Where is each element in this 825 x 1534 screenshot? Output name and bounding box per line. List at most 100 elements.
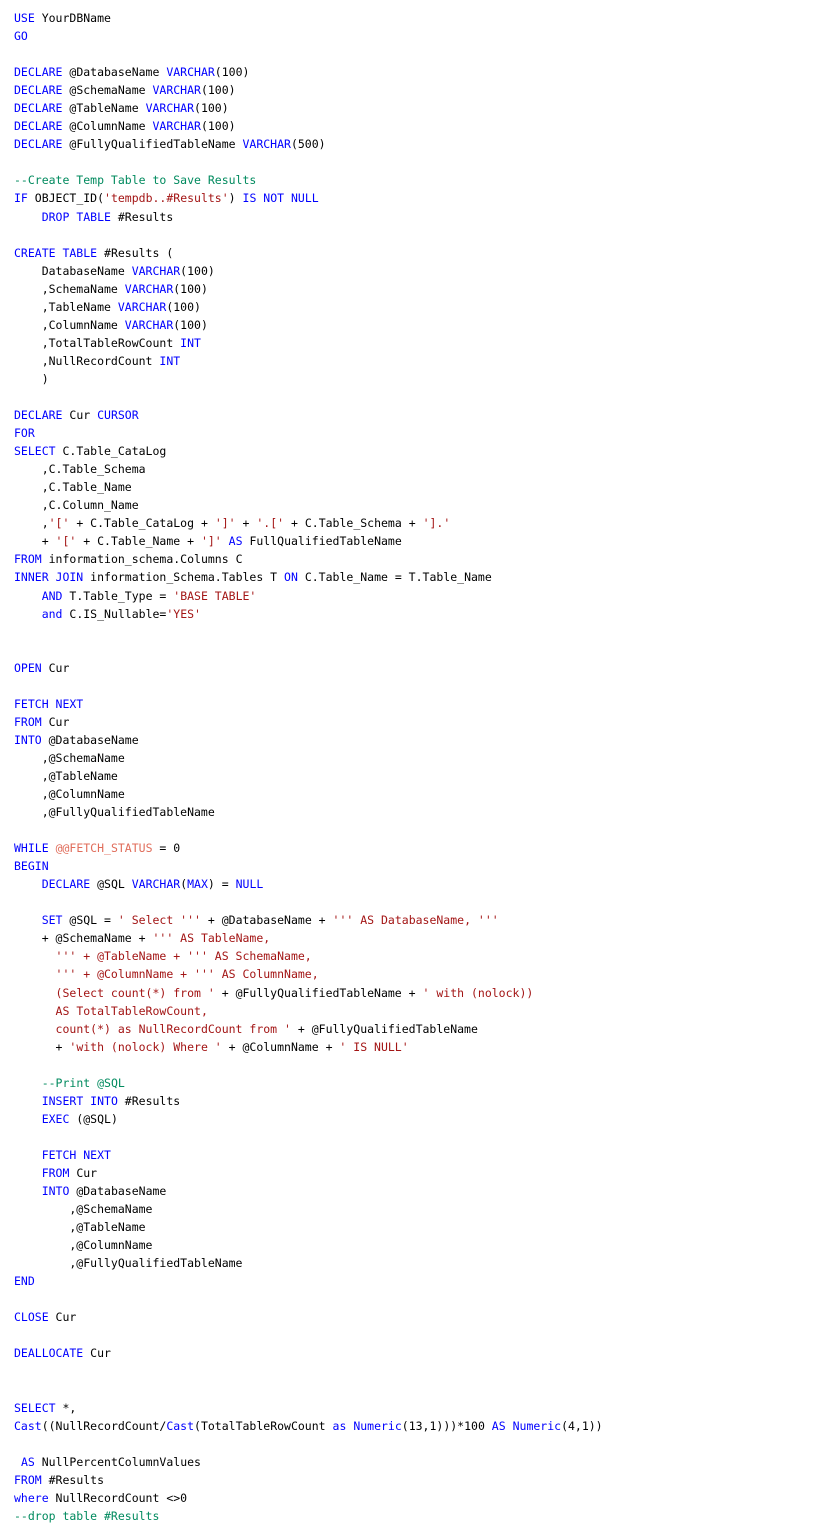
code-line: FETCH NEXT: [14, 695, 825, 713]
code-line: ,@TableName: [14, 1218, 825, 1236]
code-token-plain: @DatabaseName: [62, 65, 167, 80]
code-line: ,C.Table_Name: [14, 478, 825, 496]
code-token-plain: (100): [200, 119, 236, 134]
code-token-plain: Cur: [69, 1166, 98, 1180]
code-token-plain: (4,1)): [561, 1418, 603, 1433]
code-token-plain: ,TotalTableRowCount: [14, 335, 181, 350]
code-token-kw: NULL: [235, 877, 264, 892]
code-token-plain: @DatabaseName: [41, 732, 139, 747]
code-token-plain: (100): [173, 317, 208, 332]
code-line: + 'with (nolock) Where ' + @ColumnName +…: [14, 1038, 825, 1056]
code-token-plain: (13,1)))*100: [401, 1418, 492, 1433]
code-token-kw: CLOSE: [14, 1310, 49, 1325]
code-line: BEGIN: [14, 857, 825, 875]
code-token-plain: + @ColumnName +: [221, 1039, 340, 1054]
code-token-plain: NullRecordCount <>0: [48, 1490, 188, 1505]
code-token-kw: INTO: [41, 1184, 70, 1199]
code-token-kw: DEALLOCATE: [14, 1346, 84, 1361]
code-token-plain: +: [235, 516, 257, 531]
code-line: IF OBJECT_ID('tempdb..#Results') IS NOT …: [14, 189, 825, 207]
code-token-kw: AS: [228, 534, 243, 549]
code-token-plain: DatabaseName: [14, 263, 132, 278]
sql-code-editor[interactable]: USE YourDBName GO DECLARE @DatabaseName V…: [0, 0, 825, 1525]
code-token-plain: #Results: [41, 1472, 105, 1487]
code-line: INNER JOIN information_Schema.Tables T O…: [14, 568, 825, 586]
code-line: SELECT C.Table_CataLog: [14, 442, 825, 460]
code-line: ,NullRecordCount INT: [14, 352, 825, 370]
code-token-kw: VARCHAR: [131, 877, 181, 892]
code-token-kw: INTO: [14, 732, 42, 747]
code-token-kw: FROM: [14, 1472, 42, 1487]
code-token-kw: DECLARE: [14, 101, 63, 116]
code-token-plain: OBJECT_ID(: [27, 191, 105, 206]
code-line: ''' + @TableName + ''' AS SchemaName,: [14, 947, 825, 965]
code-token-kw: SET: [41, 913, 63, 928]
code-token-plain: information_Schema.Tables T: [83, 570, 285, 585]
code-token-plain: ,@ColumnName: [14, 787, 125, 802]
code-line: DECLARE Cur CURSOR: [14, 406, 825, 424]
code-token-plain: information_schema.Columns C: [41, 552, 243, 567]
code-token-cmt: --Print @SQL: [41, 1075, 125, 1090]
code-line: + @SchemaName + ''' AS TableName,: [14, 929, 825, 947]
code-token-plain: ,C.Table_Name: [14, 480, 132, 495]
code-line: ,@ColumnName: [14, 785, 825, 803]
code-line: FETCH NEXT: [14, 1146, 825, 1164]
code-token-plain: + @FullyQualifiedTableName +: [214, 985, 423, 1000]
code-token-plain: +: [14, 1039, 70, 1054]
code-line: and C.IS_Nullable='YES': [14, 605, 825, 623]
code-token-plain: ,NullRecordCount: [14, 353, 160, 368]
code-line: USE YourDBName: [14, 9, 825, 27]
code-token-plain: Cur: [62, 408, 98, 423]
code-line: ,C.Column_Name: [14, 496, 825, 514]
code-token-plain: ,C.Table_Schema: [14, 462, 146, 477]
code-token-kw: GO: [14, 29, 28, 44]
code-token-plain: (@SQL): [69, 1111, 118, 1126]
code-token-plain: (100): [173, 281, 208, 296]
code-token-kw: Numeric: [512, 1418, 562, 1433]
code-token-kw: USE: [14, 11, 35, 25]
code-token-plain: + @DatabaseName +: [200, 913, 333, 928]
code-token-kw: INNER JOIN: [14, 570, 84, 585]
code-token-kw: DROP TABLE: [41, 209, 111, 224]
code-line: INSERT INTO #Results: [14, 1092, 825, 1110]
code-line: ,@FullyQualifiedTableName: [14, 1254, 825, 1272]
code-token-kw: as: [332, 1418, 347, 1433]
code-token-plain: @SQL =: [62, 913, 118, 928]
code-token-plain: ,: [14, 516, 49, 531]
code-line: CLOSE Cur: [14, 1308, 825, 1326]
code-token-plain: @ColumnName: [62, 119, 153, 134]
code-token-plain: ,C.Column_Name: [14, 498, 139, 513]
code-token-kw: Numeric: [353, 1418, 402, 1433]
code-line: AND T.Table_Type = 'BASE TABLE': [14, 587, 825, 605]
code-line: ,@TableName: [14, 767, 825, 785]
code-line: (Select count(*) from ' + @FullyQualifie…: [14, 984, 825, 1002]
code-token-plain: ,TableName: [14, 299, 118, 314]
code-token-plain: #Results: [117, 1093, 181, 1108]
code-token-plain: #Results: [110, 209, 174, 224]
code-line: count(*) as NullRecordCount from ' + @Fu…: [14, 1020, 825, 1038]
code-token-kw: END: [14, 1274, 35, 1289]
code-token-kw: VARCHAR: [152, 83, 201, 98]
code-token-plain: (500): [290, 137, 326, 152]
code-token-kw: CURSOR: [97, 408, 139, 423]
code-token-str: ' IS NULL': [339, 1039, 409, 1054]
code-token-plain: + C.Table_Name +: [76, 534, 201, 549]
code-token-kw: INT: [159, 353, 181, 368]
code-line: ,ColumnName VARCHAR(100): [14, 316, 825, 334]
code-token-plain: ((NullRecordCount/: [41, 1418, 167, 1433]
code-token-plain: + C.Table_CataLog +: [69, 516, 215, 531]
